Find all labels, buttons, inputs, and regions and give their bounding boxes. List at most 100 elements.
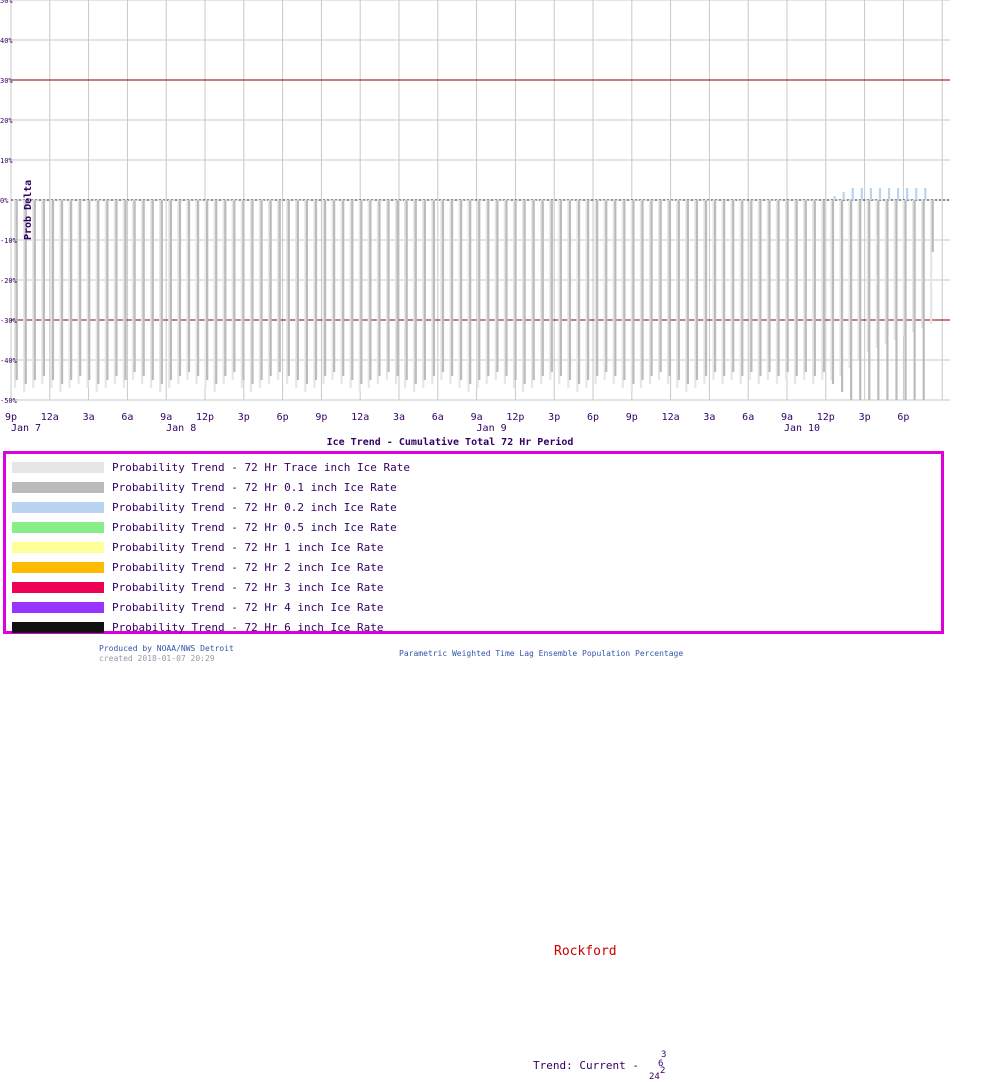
bar-s2-4 xyxy=(53,200,56,201)
bar-s2-80 xyxy=(742,200,745,201)
bar-s2-68 xyxy=(633,200,637,201)
y-tick-label: -40% xyxy=(0,357,18,365)
bar-s1-82 xyxy=(759,200,762,376)
bar-s1-52 xyxy=(487,200,490,376)
bar-s2-79 xyxy=(733,200,736,201)
x-tick-label: 9p xyxy=(5,412,17,423)
bar-s2-49 xyxy=(461,200,464,201)
date-labels: Jan 7 Jan 8 Jan 9 Jan 10 xyxy=(11,423,820,434)
created-timestamp: created 2018-01-07 20:29 xyxy=(99,654,215,663)
x-tick-label: 12a xyxy=(351,412,369,423)
bar-s1-101 xyxy=(931,200,934,252)
bar-s1-41 xyxy=(387,200,390,372)
bar-s2-53 xyxy=(497,200,501,201)
bar-s1-68 xyxy=(632,200,635,384)
bar-s2-93 xyxy=(860,188,863,200)
bar-s2-9 xyxy=(98,200,102,201)
bar-s2-73 xyxy=(679,200,682,201)
x-tick-label: 3a xyxy=(393,412,405,423)
legend-swatch xyxy=(12,522,104,533)
date-label: Jan 9 xyxy=(477,423,507,434)
bar-s2-77 xyxy=(715,200,718,201)
bar-s1-85 xyxy=(786,200,789,372)
trend-value-2: 2 xyxy=(660,1066,666,1076)
bar-s1-24 xyxy=(233,200,236,372)
bar-s1-73 xyxy=(677,200,680,380)
bar-s1-32 xyxy=(305,200,309,384)
bar-s2-35 xyxy=(334,200,337,201)
bar-s2-41 xyxy=(389,200,392,201)
bar-s2-13 xyxy=(135,200,138,201)
bar-s2-84 xyxy=(779,200,782,201)
y-tick-label: 30% xyxy=(0,77,13,85)
bar-s2-39 xyxy=(370,200,374,201)
bar-s1-25 xyxy=(242,200,245,380)
bar-s2-6 xyxy=(71,200,74,201)
bar-s2-2 xyxy=(35,200,38,201)
bar-s2-59 xyxy=(552,200,555,201)
bar-s1-72 xyxy=(668,200,671,376)
x-tick-label: 9a xyxy=(160,412,172,423)
x-tick-label: 9a xyxy=(781,412,793,423)
bar-s1-58 xyxy=(541,200,544,376)
bar-s2-26 xyxy=(253,200,256,201)
legend-label: Probability Trend - 72 Hr 0.2 inch Ice R… xyxy=(112,501,397,514)
bar-s1-28 xyxy=(269,200,272,376)
x-tick-label: 6p xyxy=(587,412,599,423)
bar-s2-62 xyxy=(579,200,582,201)
bar-s1-81 xyxy=(750,200,753,372)
bar-s2-67 xyxy=(624,200,628,201)
chart-footer: Parametric Weighted Time Lag Ensemble Po… xyxy=(399,649,684,658)
bar-s1-14 xyxy=(142,200,145,376)
bar-s1-79 xyxy=(732,200,735,372)
bar-s1-2 xyxy=(33,200,36,380)
legend-swatch xyxy=(12,542,104,553)
bar-s2-98 xyxy=(906,188,909,200)
bar-s2-76 xyxy=(706,200,709,201)
bar-s2-94 xyxy=(869,188,872,200)
bar-s1-95 xyxy=(877,200,880,400)
legend-swatch xyxy=(12,502,104,513)
bar-s2-51 xyxy=(479,200,482,201)
bar-s1-96 xyxy=(886,200,889,400)
bar-s1-78 xyxy=(723,200,726,376)
bar-s1-9 xyxy=(97,200,100,384)
bar-s2-45 xyxy=(425,200,428,201)
bar-s1-40 xyxy=(378,200,381,376)
bar-s1-69 xyxy=(641,200,644,380)
bar-s1-97 xyxy=(895,200,898,400)
bar-s2-90 xyxy=(833,196,836,200)
x-axis-label: Ice Trend - Cumulative Total 72 Hr Perio… xyxy=(327,436,574,448)
bar-s1-22 xyxy=(215,200,218,384)
bar-s1-59 xyxy=(550,200,553,372)
bar-s2-55 xyxy=(516,200,519,201)
bar-s2-91 xyxy=(842,192,845,200)
bar-s1-87 xyxy=(804,200,807,372)
bar-s1-89 xyxy=(822,200,826,372)
bar-s1-27 xyxy=(260,200,263,380)
bar-s2-75 xyxy=(697,200,700,201)
bar-s2-31 xyxy=(298,200,301,201)
x-tick-label: 9p xyxy=(315,412,327,423)
legend-swatch xyxy=(12,482,104,493)
bar-s1-92 xyxy=(850,200,853,400)
bar-s1-50 xyxy=(469,200,472,384)
bar-s2-10 xyxy=(107,200,111,201)
bar-s1-34 xyxy=(323,200,327,376)
y-tick-label: 20% xyxy=(0,117,13,125)
trend-label: Trend: Current - xyxy=(533,1059,639,1072)
bar-s1-7 xyxy=(79,200,82,376)
bar-s1-3 xyxy=(42,200,46,376)
bar-s1-66 xyxy=(614,200,617,376)
bar-s1-35 xyxy=(333,200,336,372)
bar-s2-89 xyxy=(824,200,827,201)
x-tick-label: 12p xyxy=(817,412,835,423)
bar-s1-38 xyxy=(360,200,363,384)
bar-s1-100 xyxy=(922,200,925,400)
bar-s1-46 xyxy=(432,200,436,376)
bar-s1-64 xyxy=(596,200,599,376)
bar-s2-69 xyxy=(643,200,646,201)
bar-s1-21 xyxy=(206,200,209,380)
bar-s2-16 xyxy=(162,200,165,201)
bar-s1-44 xyxy=(414,200,417,384)
